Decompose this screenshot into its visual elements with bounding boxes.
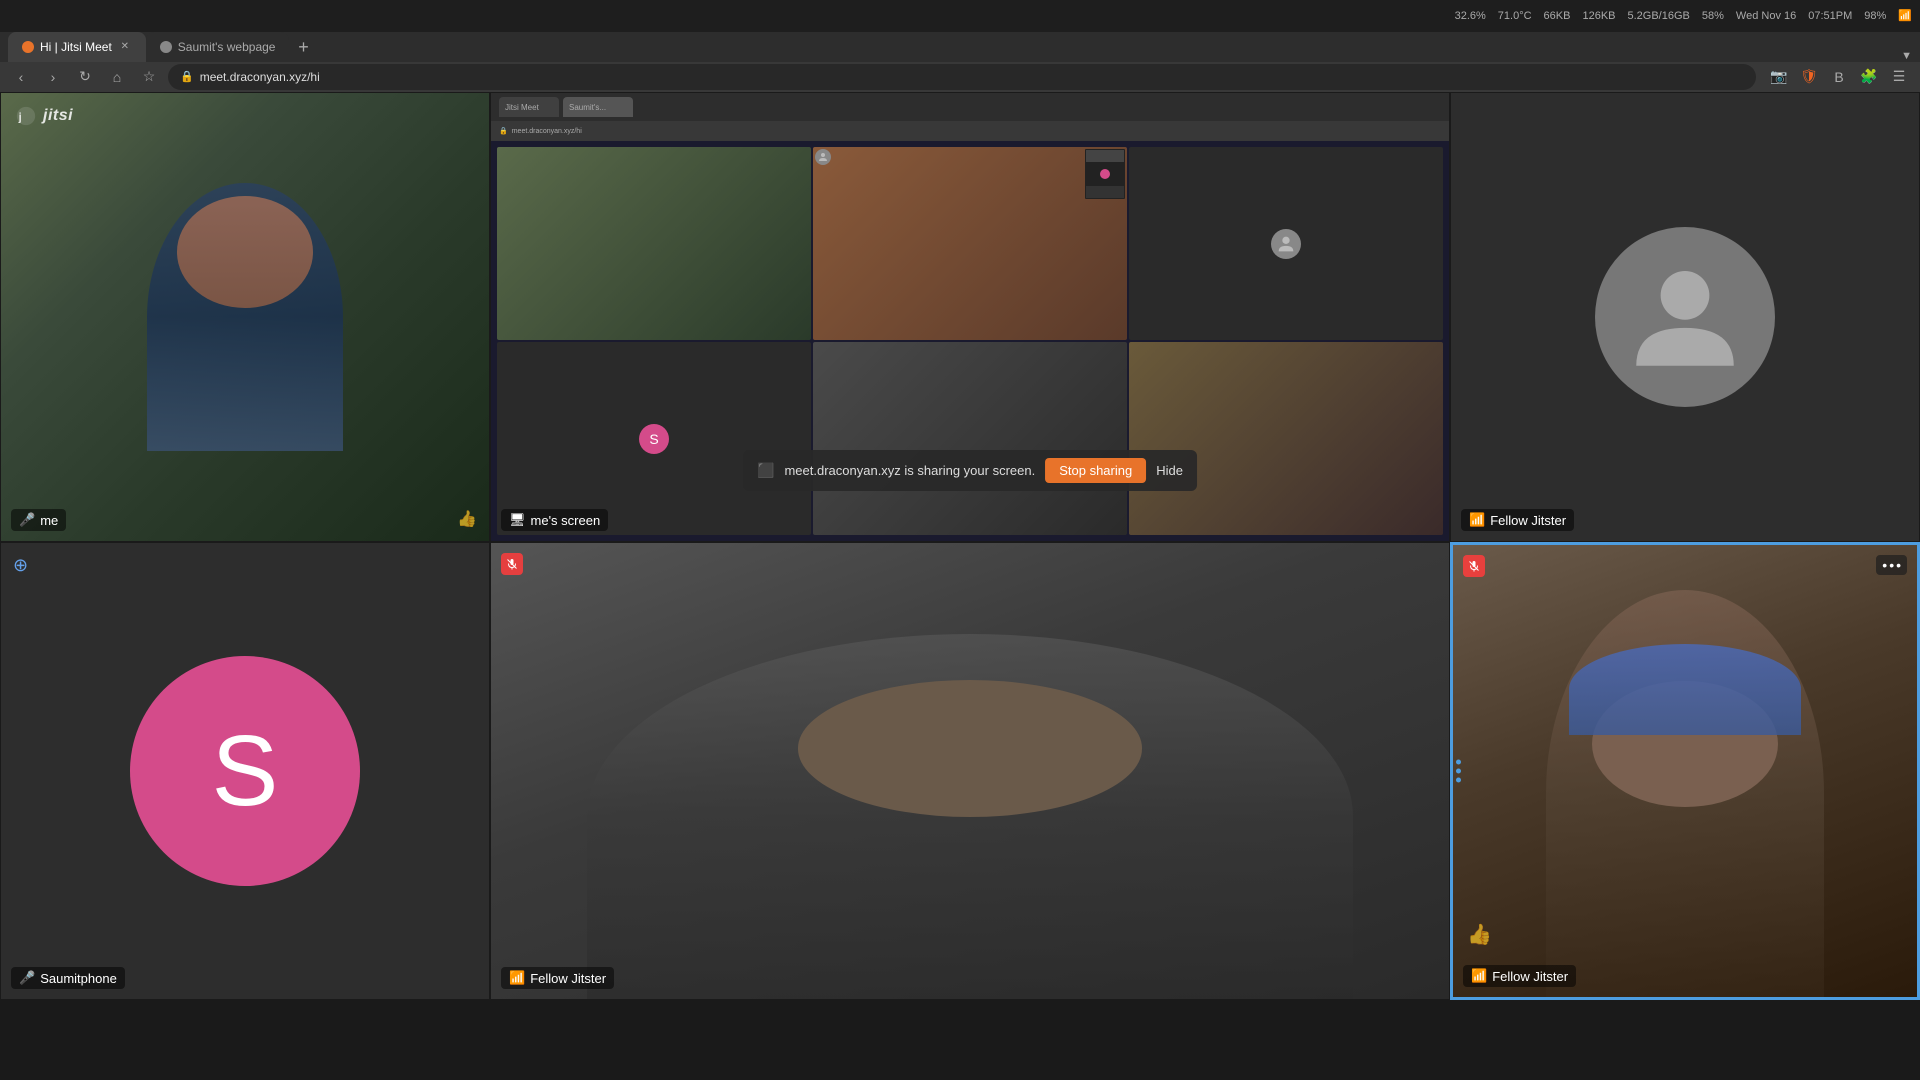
net-down: 66KB xyxy=(1544,10,1571,22)
jitsi-logo-text: jitsi xyxy=(43,107,73,125)
tab-saumit-label: Saumit's webpage xyxy=(178,40,276,54)
screen-label-text: me's screen xyxy=(531,513,601,528)
me-label-text: me xyxy=(40,513,58,528)
tab-jitsi[interactable]: Hi | Jitsi Meet ✕ xyxy=(8,32,146,62)
more-options-button[interactable]: ••• xyxy=(1876,555,1907,575)
saumitphone-label-text: Saumitphone xyxy=(40,971,117,986)
fellow-top-right-avatar xyxy=(1451,93,1919,541)
cpu-usage: 32.6% xyxy=(1455,10,1486,22)
hide-button[interactable]: Hide xyxy=(1156,463,1183,478)
signal-icon-mid: 📶 xyxy=(509,970,525,986)
screen-icon: 🖥 xyxy=(509,512,526,528)
vertical-dots xyxy=(1453,754,1464,789)
bluetooth-icon: ⊕ xyxy=(13,555,28,576)
url-text: meet.draconyan.xyz/hi xyxy=(200,70,320,84)
me-label: 🎤 me xyxy=(11,509,66,531)
forward-button[interactable]: › xyxy=(40,64,66,90)
temp: 71.0°C xyxy=(1498,10,1532,22)
bookmark-button[interactable]: ☆ xyxy=(136,64,162,90)
net-up: 126KB xyxy=(1582,10,1615,22)
new-tab-button[interactable]: + xyxy=(289,34,317,62)
hand-icon: 👍 xyxy=(1467,922,1492,947)
cell-saumitphone: S ⊕ 🎤 Saumitphone xyxy=(0,542,490,1000)
saumit-avatar-container: S xyxy=(1,543,489,999)
battery: 58% xyxy=(1702,10,1724,22)
person-icon xyxy=(1620,252,1750,382)
video-grid: j jitsi 🎤 me 👍 Jitsi Meet Saumit's... 🔒m… xyxy=(0,92,1920,1000)
back-button[interactable]: ‹ xyxy=(8,64,34,90)
fellow-top-right-label-text: Fellow Jitster xyxy=(1490,513,1566,528)
saumitphone-label: 🎤 Saumitphone xyxy=(11,967,125,989)
cell-fellow-bottom-mid: 📶 Fellow Jitster xyxy=(490,542,1450,1000)
muted-icon-bottom-mid xyxy=(501,553,523,575)
home-button[interactable]: ⌂ xyxy=(104,64,130,90)
signal-icon: 📶 xyxy=(1469,512,1485,528)
fellow-bottom-right-label: 📶 Fellow Jitster xyxy=(1463,965,1576,987)
date: Wed Nov 16 xyxy=(1736,10,1796,22)
brave-shield-icon[interactable]: 🛡 xyxy=(1796,64,1822,90)
s-avatar: S xyxy=(130,656,360,886)
wifi-icon: 📶 xyxy=(1898,9,1912,22)
tab-close-button[interactable]: ✕ xyxy=(118,40,132,54)
cell-me: j jitsi 🎤 me 👍 xyxy=(0,92,490,542)
cell-fellow-top-right: 📶 Fellow Jitster xyxy=(1450,92,1920,542)
screen-share-text: meet.draconyan.xyz is sharing your scree… xyxy=(784,463,1035,478)
cell-screen: Jitsi Meet Saumit's... 🔒meet.draconyan.x… xyxy=(490,92,1450,542)
tab-list-button[interactable]: ▼ xyxy=(1901,50,1912,62)
camera-icon[interactable]: 📷 xyxy=(1766,64,1792,90)
jitsi-logo: j jitsi xyxy=(15,105,73,127)
avatar-circle xyxy=(1595,227,1775,407)
cell-fellow-bottom-right: ••• 👍 📶 Fellow Jitster xyxy=(1450,542,1920,1000)
browser-chrome: 32.6% 71.0°C 66KB 126KB 5.2GB/16GB 58% W… xyxy=(0,0,1920,92)
jitsi-favicon-icon xyxy=(22,41,34,53)
lock-icon: 🔒 xyxy=(180,70,194,83)
screen-share-icon: ⬛ xyxy=(757,462,774,479)
tab-saumit[interactable]: Saumit's webpage xyxy=(146,32,290,62)
brave-icon[interactable]: B xyxy=(1826,64,1852,90)
mic-icon: 🎤 xyxy=(19,512,35,528)
nav-bar: ‹ › ↻ ⌂ ☆ 🔒 meet.draconyan.xyz/hi 📷 🛡 B … xyxy=(0,62,1920,92)
screen-share-banner: ⬛ meet.draconyan.xyz is sharing your scr… xyxy=(743,450,1197,491)
ram: 5.2GB/16GB xyxy=(1628,10,1690,22)
menu-button[interactable]: ☰ xyxy=(1886,64,1912,90)
time: 07:51PM xyxy=(1808,10,1852,22)
stop-sharing-button[interactable]: Stop sharing xyxy=(1045,458,1146,483)
fellow-top-right-label: 📶 Fellow Jitster xyxy=(1461,509,1574,531)
address-bar[interactable]: 🔒 meet.draconyan.xyz/hi xyxy=(168,64,1756,90)
fellow-bottom-mid-label: 📶 Fellow Jitster xyxy=(501,967,614,989)
mic-icon-saumit: 🎤 xyxy=(19,970,35,986)
refresh-button[interactable]: ↻ xyxy=(72,64,98,90)
tab-jitsi-label: Hi | Jitsi Meet xyxy=(40,40,112,54)
muted-icon-bottom-right xyxy=(1463,555,1485,577)
svg-text:j: j xyxy=(18,112,23,124)
signal-icon-right: 📶 xyxy=(1471,968,1487,984)
fellow-bottom-mid-label-text: Fellow Jitster xyxy=(530,971,606,986)
screen-label: 🖥 me's screen xyxy=(501,509,608,531)
battery-pct: 98% xyxy=(1864,10,1886,22)
fellow-bottom-right-label-text: Fellow Jitster xyxy=(1492,969,1568,984)
nav-actions: 📷 🛡 B 🧩 ☰ xyxy=(1766,64,1912,90)
title-bar: 32.6% 71.0°C 66KB 126KB 5.2GB/16GB 58% W… xyxy=(0,0,1920,32)
tab-bar: Hi | Jitsi Meet ✕ Saumit's webpage + ▼ xyxy=(0,32,1920,62)
hand-raise-icon: 👍 xyxy=(457,509,477,529)
extensions-icon[interactable]: 🧩 xyxy=(1856,64,1882,90)
saumit-favicon-icon xyxy=(160,41,172,53)
